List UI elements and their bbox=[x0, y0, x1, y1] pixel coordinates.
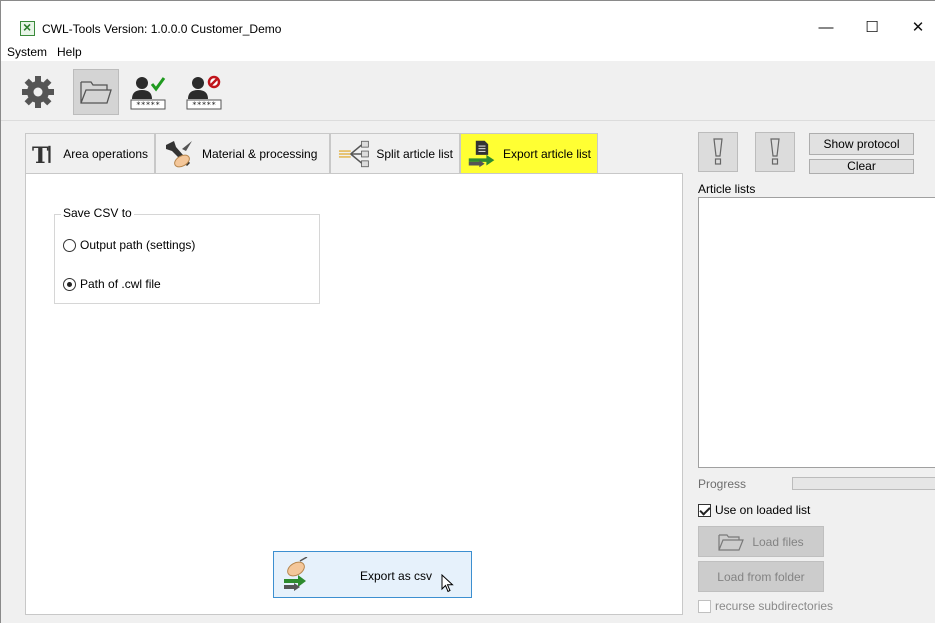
tab-material-processing[interactable]: Material & processing bbox=[155, 133, 330, 173]
exclamation-icon bbox=[770, 138, 780, 165]
svg-text:T: T bbox=[32, 142, 49, 168]
radio-button[interactable] bbox=[63, 277, 76, 291]
svg-text:*****: ***** bbox=[192, 101, 216, 110]
maximize-button[interactable]: ☐ bbox=[849, 13, 895, 41]
mouse-cursor-icon bbox=[441, 574, 454, 593]
login-button[interactable]: ***** bbox=[125, 69, 171, 115]
export-tab-content: Save CSV to Output path (settings) Path … bbox=[25, 173, 683, 615]
show-protocol-button[interactable]: Show protocol bbox=[809, 133, 914, 155]
folder-icon bbox=[80, 81, 112, 104]
menu-bar: System Help bbox=[1, 41, 935, 61]
main-panel: T Area operations Material & processing bbox=[11, 128, 693, 623]
clear-button[interactable]: Clear bbox=[809, 159, 914, 174]
tab-label: Area operations bbox=[63, 146, 148, 161]
progress-label: Progress bbox=[698, 477, 747, 491]
toolbar: ***** ***** bbox=[1, 61, 935, 121]
split-icon bbox=[338, 140, 369, 167]
recurse-subdirectories-checkbox[interactable]: recurse subdirectories bbox=[698, 599, 833, 613]
user-blocked-icon: ***** bbox=[186, 75, 222, 110]
use-on-loaded-list-checkbox[interactable]: Use on loaded list bbox=[698, 503, 810, 517]
checkbox[interactable] bbox=[698, 503, 711, 517]
app-logo-icon bbox=[20, 19, 35, 36]
gear-icon bbox=[22, 76, 54, 108]
exclamation-icon bbox=[713, 138, 723, 165]
progress-bar bbox=[792, 477, 935, 490]
user-check-icon: ***** bbox=[130, 77, 166, 110]
export-button-label: Export as csv bbox=[360, 569, 433, 583]
radio-output-path[interactable]: Output path (settings) bbox=[63, 238, 195, 252]
minimize-button[interactable]: — bbox=[803, 13, 849, 41]
settings-button[interactable] bbox=[15, 69, 61, 115]
save-csv-groupbox: Save CSV to Output path (settings) Path … bbox=[54, 206, 320, 304]
export-csv-icon bbox=[284, 557, 308, 591]
tab-split-article-list[interactable]: Split article list bbox=[330, 133, 460, 173]
radio-label: Path of .cwl file bbox=[80, 277, 161, 291]
radio-button[interactable] bbox=[63, 238, 76, 252]
warning-button-1[interactable] bbox=[698, 132, 738, 172]
folder-icon bbox=[718, 533, 745, 551]
article-lists-label: Article lists bbox=[698, 182, 756, 196]
radio-label: Output path (settings) bbox=[80, 238, 196, 252]
radio-cwl-file-path[interactable]: Path of .cwl file bbox=[63, 277, 161, 291]
load-from-folder-button[interactable]: Load from folder bbox=[698, 561, 824, 592]
load-files-button[interactable]: Load files bbox=[698, 526, 824, 557]
tab-export-article-list[interactable]: Export article list bbox=[460, 133, 598, 174]
menu-help[interactable]: Help bbox=[57, 45, 82, 59]
tab-label: Material & processing bbox=[202, 146, 318, 161]
window-title: CWL-Tools Version: 1.0.0.0 Customer_Demo bbox=[42, 22, 282, 36]
checkbox-label: Use on loaded list bbox=[715, 503, 811, 517]
close-button[interactable]: ✕ bbox=[895, 13, 935, 41]
open-folder-button[interactable] bbox=[73, 69, 119, 115]
export-as-csv-button[interactable]: Export as csv bbox=[273, 551, 472, 598]
checkbox[interactable] bbox=[698, 599, 711, 613]
tab-area-operations[interactable]: T Area operations bbox=[25, 133, 155, 173]
menu-system[interactable]: System bbox=[7, 45, 47, 59]
logout-button[interactable]: ***** bbox=[181, 69, 227, 115]
export-icon bbox=[468, 140, 495, 168]
warning-button-2[interactable] bbox=[755, 132, 795, 172]
text-tool-icon: T bbox=[32, 142, 51, 168]
checkbox-label: recurse subdirectories bbox=[715, 599, 834, 613]
tab-label: Split article list bbox=[376, 146, 453, 161]
tab-label: Export article list bbox=[502, 147, 591, 161]
app-window: CWL-Tools Version: 1.0.0.0 Customer_Demo… bbox=[0, 0, 935, 623]
right-panel: Show protocol Clear Article lists Progre… bbox=[694, 128, 935, 623]
article-lists-listbox[interactable] bbox=[698, 197, 935, 468]
title-bar[interactable]: CWL-Tools Version: 1.0.0.0 Customer_Demo… bbox=[1, 1, 935, 41]
svg-text:*****: ***** bbox=[136, 101, 160, 110]
groupbox-title: Save CSV to bbox=[61, 206, 134, 220]
load-files-label: Load files bbox=[752, 534, 804, 549]
tools-icon bbox=[166, 140, 192, 167]
